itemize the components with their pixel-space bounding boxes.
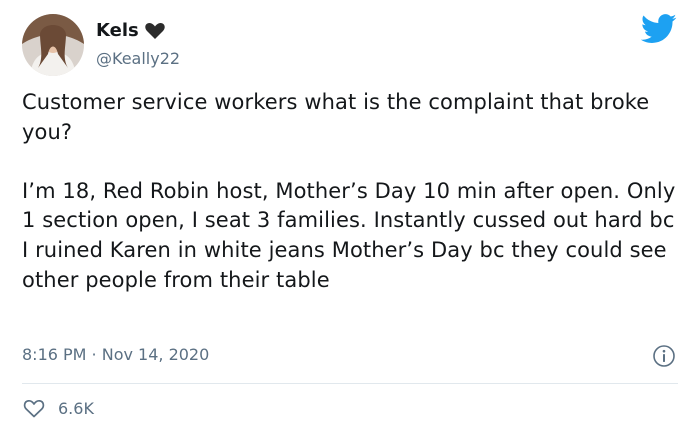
user-handle[interactable]: @Keally22 xyxy=(96,48,180,70)
tweet-card: Kels @Keally22 Customer service workers … xyxy=(0,0,700,437)
like-count: 6.6K xyxy=(58,398,94,418)
author-name-row[interactable]: Kels xyxy=(96,20,165,42)
tweet-timestamp[interactable]: 8:16 PM · Nov 14, 2020 xyxy=(22,345,209,365)
tweet-text: Customer service workers what is the com… xyxy=(22,88,682,295)
avatar[interactable] xyxy=(22,14,84,76)
tweet-question: Customer service workers what is the com… xyxy=(22,90,650,144)
info-icon[interactable] xyxy=(652,344,676,368)
twitter-bird-icon[interactable] xyxy=(640,14,677,44)
display-name[interactable]: Kels xyxy=(96,20,139,42)
avatar-image xyxy=(22,14,84,76)
black-heart-icon xyxy=(145,22,165,40)
divider xyxy=(22,383,678,384)
like-action[interactable]: 6.6K xyxy=(22,396,94,420)
tweet-story: I’m 18, Red Robin host, Mother’s Day 10 … xyxy=(22,178,676,292)
heart-outline-icon[interactable] xyxy=(22,396,46,420)
